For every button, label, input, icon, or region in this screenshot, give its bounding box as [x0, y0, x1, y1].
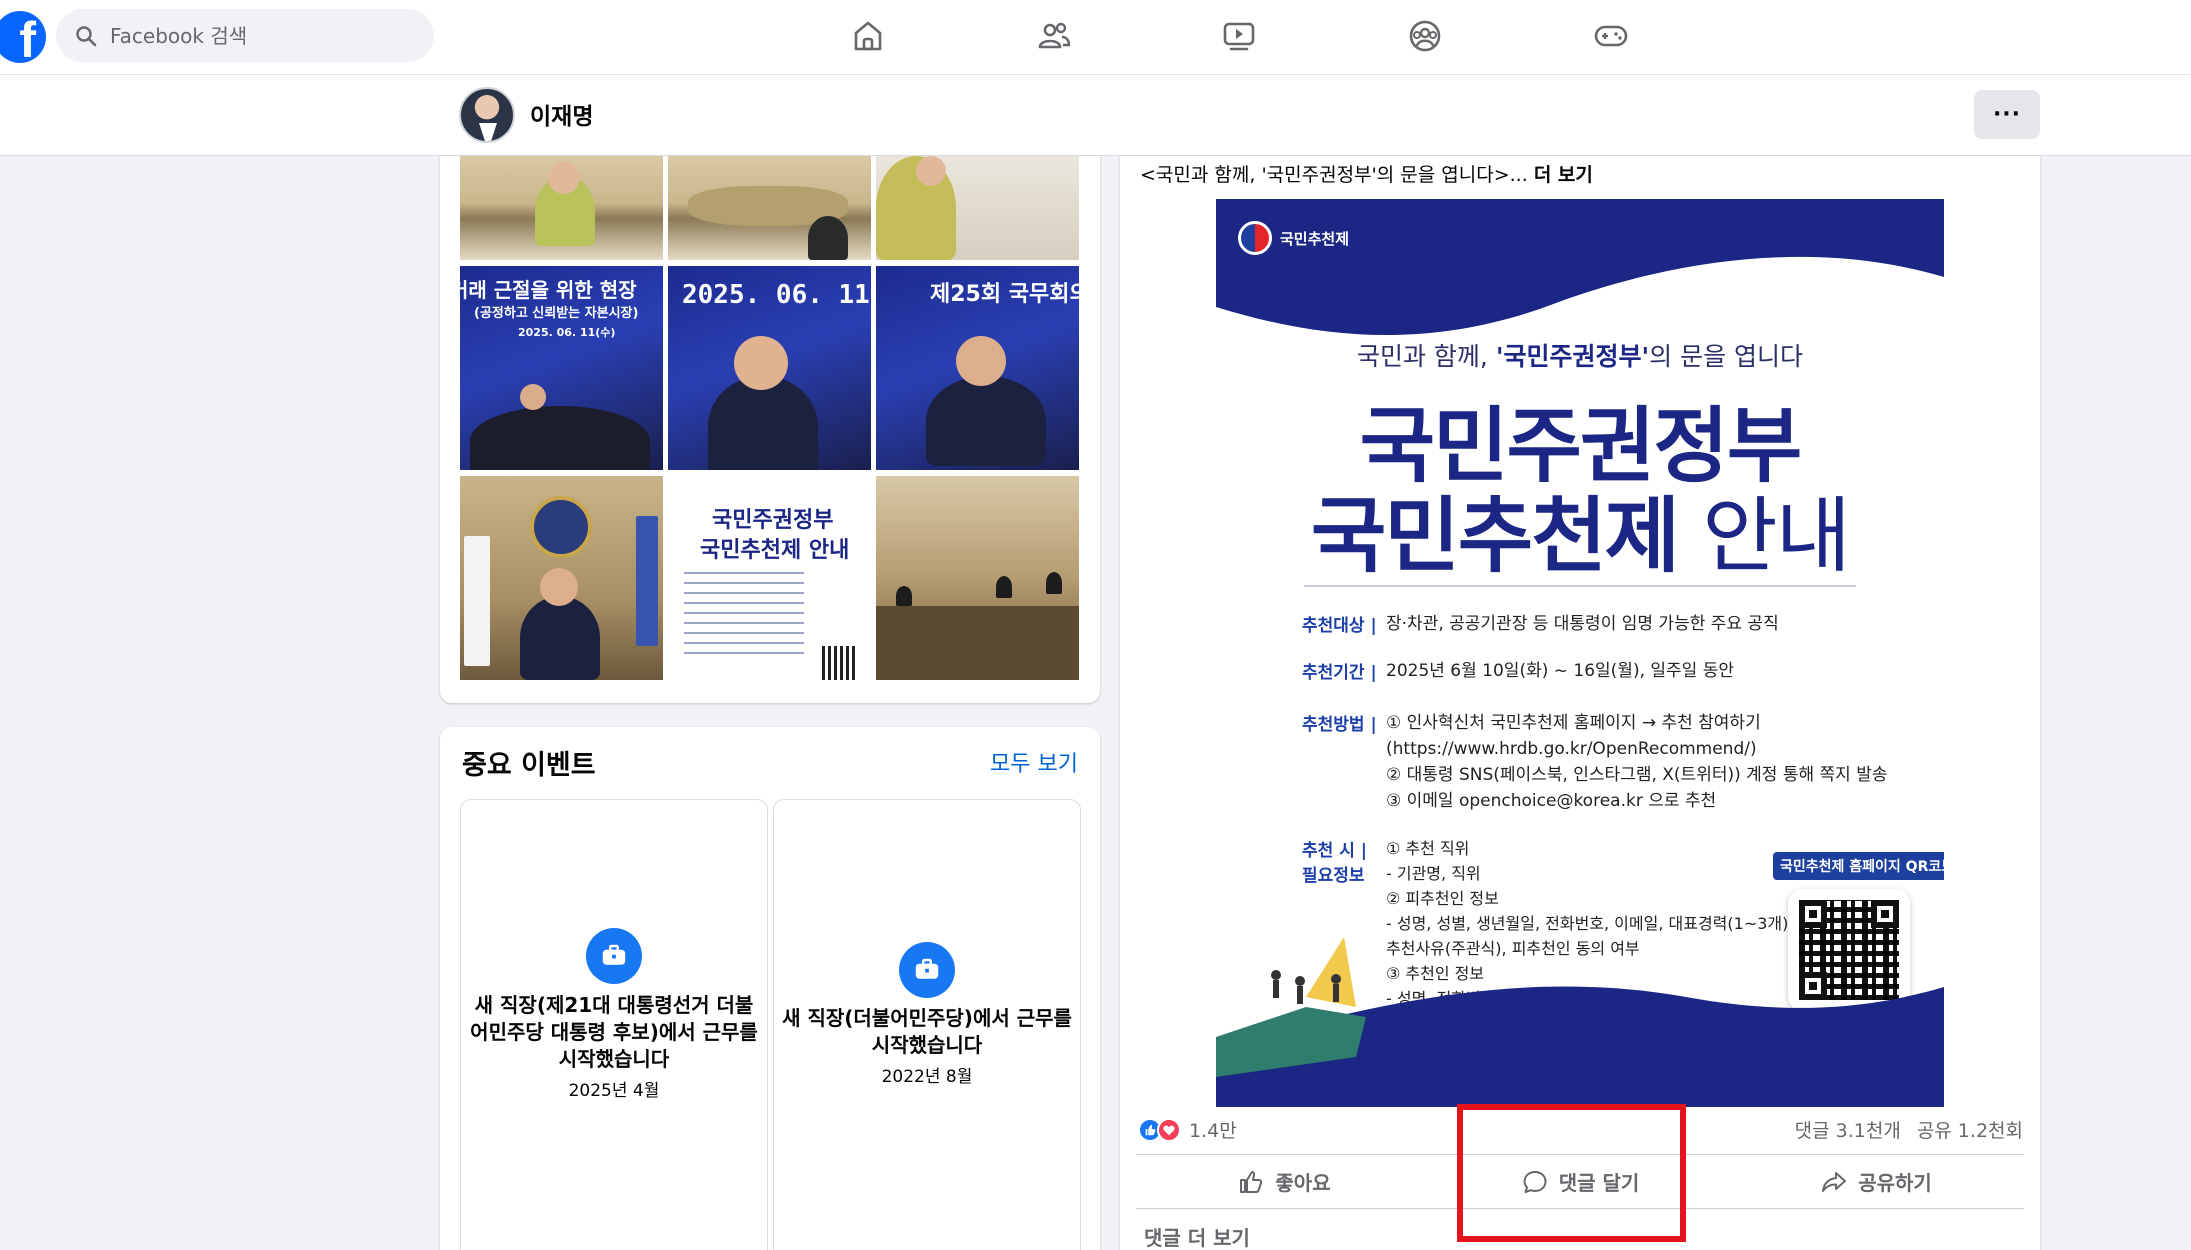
event-text: 새 직장(더불어민주당)에서 근무를 시작했습니다 — [782, 1006, 1072, 1057]
share-count[interactable]: 공유 1.2천회 — [1917, 1116, 2023, 1143]
like-button[interactable]: 좋아요 — [1136, 1155, 1432, 1208]
photo-thumbnail[interactable] — [876, 156, 1079, 260]
share-button[interactable]: 공유하기 — [1728, 1155, 2024, 1208]
see-all-link[interactable]: 모두 보기 — [990, 746, 1078, 778]
briefcase-icon — [899, 942, 955, 998]
event-date: 2025년 4월 — [568, 1081, 660, 1101]
more-comments-link[interactable]: 댓글 더 보기 — [1144, 1222, 1250, 1250]
post-stats: 댓글 3.1천개 공유 1.2천회 — [1795, 1116, 2023, 1143]
poster-divider — [1304, 585, 1856, 587]
video-icon[interactable] — [1219, 16, 1259, 56]
briefcase-icon — [586, 928, 642, 984]
avatar[interactable] — [459, 87, 515, 143]
photo-thumbnail[interactable]: 거래 근절을 위한 현장 (공정하고 신뢰받는 자본시장) 2025. 06. … — [460, 266, 663, 470]
comment-count[interactable]: 댓글 3.1천개 — [1795, 1116, 1901, 1143]
photo-caption-text: 국민추천제 안내 — [700, 538, 850, 563]
photo-thumbnail[interactable] — [876, 476, 1079, 680]
thumbs-up-icon — [1240, 1170, 1263, 1193]
home-icon[interactable] — [848, 16, 888, 56]
reaction-summary[interactable]: 1.4만 — [1138, 1116, 1237, 1143]
gaming-icon[interactable] — [1591, 16, 1631, 56]
comment-button[interactable]: 댓글 달기 — [1432, 1155, 1728, 1208]
post-card: <국민과 함께, '국민주권정부'의 문을 엽니다>... 더 보기 국민추천제… — [1120, 156, 2040, 1250]
post-action-bar: 좋아요 댓글 달기 공유하기 — [1136, 1154, 2024, 1209]
search-input[interactable] — [110, 23, 410, 48]
profile-name[interactable]: 이재명 — [530, 97, 593, 131]
photo-thumbnail[interactable]: 제25회 국무회의 — [876, 266, 1079, 470]
section-title: 중요 이벤트 — [462, 750, 596, 781]
photo-caption-text: 국민주권정부 — [712, 508, 834, 533]
photo-caption-text: 거래 근절을 위한 현장 — [460, 278, 637, 302]
friends-icon[interactable] — [1034, 16, 1074, 56]
poster-title-line2: 국민추천제 안내 — [1310, 489, 1851, 584]
photo-caption-text: 2025. 06. 11( — [682, 280, 871, 310]
profile-header-bar: 이재명 ··· — [0, 75, 2191, 156]
poster-subtitle: 국민과 함께, '국민주권정부'의 문을 엽니다 — [1356, 342, 1804, 371]
post-caption-text: <국민과 함께, '국민주권정부'의 문을 엽니다>... — [1140, 164, 1534, 186]
event-text: 새 직장(제21대 대통령선거 더불어민주당 대통령 후보)에서 근무를 시작했… — [470, 993, 758, 1071]
share-arrow-icon — [1822, 1171, 1847, 1192]
photo-thumbnail[interactable] — [460, 476, 663, 680]
event-tile[interactable]: 새 직장(제21대 대통령선거 더불어민주당 대통령 후보)에서 근무를 시작했… — [461, 800, 767, 1250]
reaction-count: 1.4만 — [1189, 1120, 1237, 1142]
event-tile[interactable]: 새 직장(더불어민주당)에서 근무를 시작했습니다 2022년 8월 — [774, 800, 1080, 1250]
photo-thumbnail[interactable]: 2025. 06. 11( — [668, 266, 871, 470]
top-navigation-bar: f — [0, 0, 2191, 75]
photo-thumbnail[interactable] — [668, 156, 871, 260]
search-box[interactable] — [56, 9, 434, 62]
event-date: 2022년 8월 — [881, 1067, 973, 1087]
photo-caption-text: 제25회 국무회의 — [930, 282, 1079, 307]
groups-icon[interactable] — [1405, 16, 1445, 56]
poster-org-logo: 국민추천제 — [1238, 221, 1349, 255]
photo-caption-text: (공정하고 신뢰받는 자본시장) — [474, 306, 639, 321]
comment-bubble-icon — [1523, 1170, 1547, 1193]
government-emblem-icon — [1238, 221, 1272, 255]
photo-grid-card: 거래 근절을 위한 현장 (공정하고 신뢰받는 자본시장) 2025. 06. … — [440, 156, 1100, 703]
love-reaction-icon — [1157, 1117, 1181, 1142]
photo-thumbnail[interactable] — [460, 156, 663, 260]
more-options-button[interactable]: ··· — [1974, 90, 2040, 139]
photo-thumbnail[interactable]: 국민주권정부 국민추천제 안내 — [668, 476, 871, 680]
qr-code-label: 국민추천제 홈페이지 QR코드 — [1773, 852, 1944, 880]
see-more-link[interactable]: 더 보기 — [1534, 164, 1593, 186]
search-icon — [76, 25, 97, 46]
post-caption: <국민과 함께, '국민주권정부'의 문을 엽니다>... 더 보기 — [1140, 160, 1593, 187]
post-image[interactable]: 국민추천제 국민과 함께, '국민주권정부'의 문을 엽니다 국민주권정부 국민… — [1216, 199, 1944, 1107]
facebook-logo-icon[interactable]: f — [0, 11, 46, 63]
photo-caption-text: 2025. 06. 11(수) — [518, 326, 616, 339]
important-events-card: 중요 이벤트 모두 보기 새 직장(제21대 대통령선거 더불어민주당 대통령 … — [440, 727, 1100, 1250]
poster-bottom-wave — [1216, 937, 1944, 1107]
